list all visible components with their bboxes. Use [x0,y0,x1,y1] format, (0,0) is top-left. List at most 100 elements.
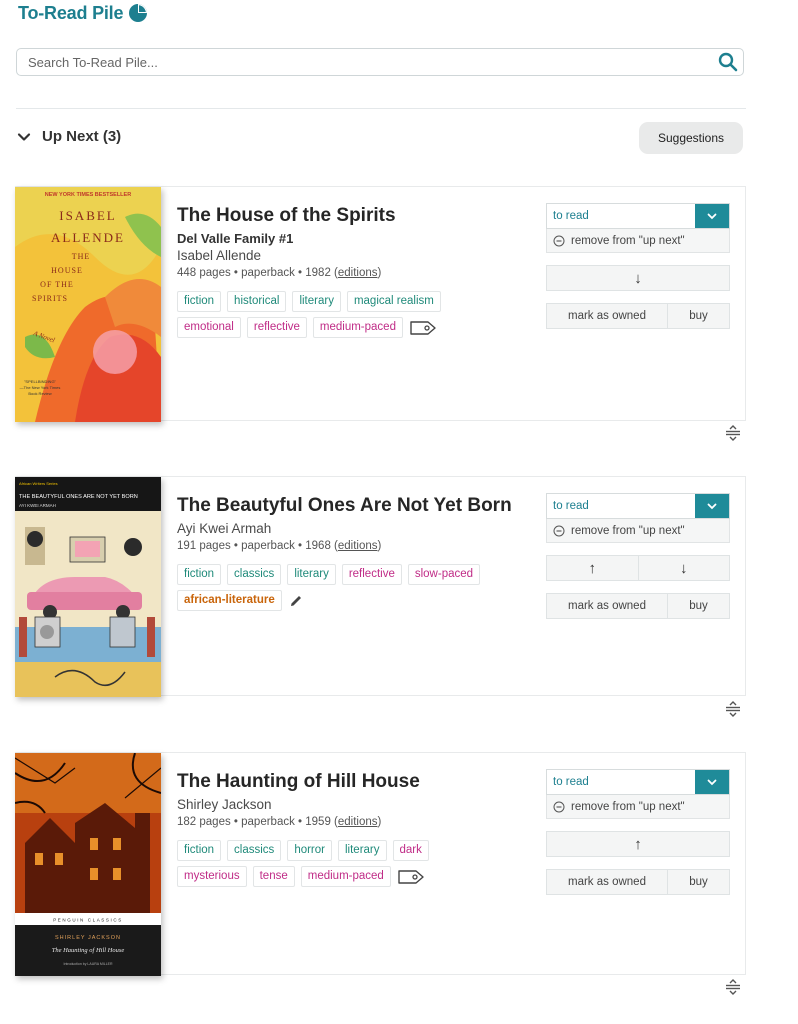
mood-tag[interactable]: mysterious [177,866,247,887]
tag-list: fiction classics horror literary dark my… [177,840,497,887]
genre-tag[interactable]: fiction [177,564,222,585]
remove-from-up-next-button[interactable]: remove from "up next" [546,519,730,543]
cover-author-1: ISABEL [59,208,117,223]
book-cover[interactable]: NEW YORK TIMES BESTSELLER ISABEL ALLENDE… [15,187,161,422]
status-dropdown-toggle[interactable] [695,770,729,794]
genre-tag[interactable]: fiction [177,840,222,861]
mood-tag[interactable]: dark [392,840,429,861]
cover-title: THE BEAUTYFUL ONES ARE NOT YET BORN [19,494,138,500]
buy-button[interactable]: buy [668,869,730,895]
cover-title-4: SPIRITS [32,294,68,303]
meta-text: 448 pages • paperback • 1982 ( [177,267,338,279]
cover-author: SHIRLEY JACKSON [55,935,121,941]
cover-title-1: THE [72,252,91,261]
tag-list: fiction classics literary reflective slo… [177,564,497,611]
editions-link[interactable]: editions [338,540,378,552]
book-title[interactable]: The Beautyful Ones Are Not Yet Born [177,493,527,519]
mood-tag[interactable]: reflective [341,564,402,585]
owned-controls: mark as owned buy [546,303,730,329]
book-actions: to read remove from "up next" ↑ mark as … [546,769,730,895]
book-title[interactable]: The House of the Spirits [177,203,527,229]
book-cover[interactable]: African Writers Series THE BEAUTYFUL ONE… [15,477,161,697]
tag-list: fiction historical literary magical real… [177,291,497,338]
editions-link[interactable]: editions [338,816,378,828]
genre-tag[interactable]: literary [292,291,341,312]
cover-banner: NEW YORK TIMES BESTSELLER [45,192,131,198]
status-dropdown-toggle[interactable] [695,204,729,228]
genre-tag[interactable]: magical realism [346,291,441,312]
genre-tag[interactable]: classics [227,564,282,585]
move-down-button[interactable]: ↓ [638,555,730,581]
section-title: Up Next (3) [42,128,122,145]
mood-tag[interactable]: medium-paced [300,866,391,887]
remove-from-up-next-button[interactable]: remove from "up next" [546,229,730,253]
divider [16,108,746,109]
book-series[interactable]: Del Valle Family #1 [177,231,527,246]
move-down-button[interactable]: ↓ [546,265,730,291]
mood-tag[interactable]: medium-paced [312,317,403,338]
status-button[interactable]: to read [547,770,695,794]
meta-text: 182 pages • paperback • 1959 ( [177,816,338,828]
move-up-button[interactable]: ↑ [546,555,639,581]
genre-tag[interactable]: literary [338,840,387,861]
mark-as-owned-button[interactable]: mark as owned [546,303,668,329]
custom-tag[interactable]: african-literature [177,590,282,611]
book-info: The House of the Spirits Del Valle Famil… [177,203,527,338]
page-title: To-Read Pile [18,2,124,23]
cover-publisher: PENGUIN CLASSICS [53,918,123,923]
genre-tag[interactable]: literary [287,564,336,585]
status-dropdown-toggle[interactable] [695,494,729,518]
search-icon[interactable] [717,51,739,73]
remove-from-up-next-button[interactable]: remove from "up next" [546,795,730,819]
genre-tag[interactable]: horror [287,840,332,861]
up-next-toggle[interactable]: Up Next (3) [16,128,121,145]
move-controls: ↑ ↓ [546,555,730,581]
status-button[interactable]: to read [547,204,695,228]
search-input[interactable] [17,49,717,75]
book-author[interactable]: Shirley Jackson [177,797,527,812]
cover-blurb-2: —The New York Times [20,385,61,390]
buy-button[interactable]: buy [668,593,730,619]
book-actions: to read remove from "up next" ↓ mark as … [546,203,730,329]
meta-suffix: ) [377,267,382,279]
book-card: NEW YORK TIMES BESTSELLER ISABEL ALLENDE… [15,186,746,422]
meta-suffix: ) [377,540,382,552]
book-info: The Beautyful Ones Are Not Yet Born Ayi … [177,493,527,611]
drag-handle-icon[interactable] [724,700,742,718]
mood-tag[interactable]: tense [252,866,295,887]
editions-link[interactable]: editions [338,267,378,279]
cover-author-2: ALLENDE [51,230,125,245]
edit-pencil-icon[interactable] [288,593,304,609]
cover-title-3: OF THE [40,280,74,289]
pie-chart-icon [129,4,148,22]
status-select: to read [546,769,730,795]
add-tag-icon[interactable] [409,319,437,337]
book-meta: 182 pages • paperback • 1959 (editions) [177,816,527,828]
mark-as-owned-button[interactable]: mark as owned [546,869,668,895]
buy-button[interactable]: buy [668,303,730,329]
mood-tag[interactable]: slow-paced [407,564,481,585]
book-meta: 191 pages • paperback • 1968 (editions) [177,540,527,552]
chevron-down-icon [17,132,31,141]
move-controls: ↑ [546,831,730,857]
mark-as-owned-button[interactable]: mark as owned [546,593,668,619]
status-button[interactable]: to read [547,494,695,518]
move-up-button[interactable]: ↑ [546,831,730,857]
genre-tag[interactable]: classics [227,840,282,861]
book-title[interactable]: The Haunting of Hill House [177,769,527,795]
genre-tag[interactable]: historical [227,291,287,312]
remove-label: remove from "up next" [571,234,685,247]
drag-handle-icon[interactable] [724,978,742,996]
add-tag-icon[interactable] [397,868,425,886]
suggestions-button[interactable]: Suggestions [639,122,743,154]
mood-tag[interactable]: reflective [246,317,307,338]
book-cover[interactable]: PENGUIN CLASSICS SHIRLEY JACKSON The Hau… [15,753,161,976]
search-bar [16,48,744,76]
book-author[interactable]: Ayi Kwei Armah [177,521,527,536]
cover-author: AYI KWEI ARMAH [19,503,56,508]
genre-tag[interactable]: fiction [177,291,222,312]
cover-blurb-3: Book Review [28,391,51,396]
drag-handle-icon[interactable] [724,424,742,442]
book-author[interactable]: Isabel Allende [177,248,527,263]
mood-tag[interactable]: emotional [177,317,241,338]
